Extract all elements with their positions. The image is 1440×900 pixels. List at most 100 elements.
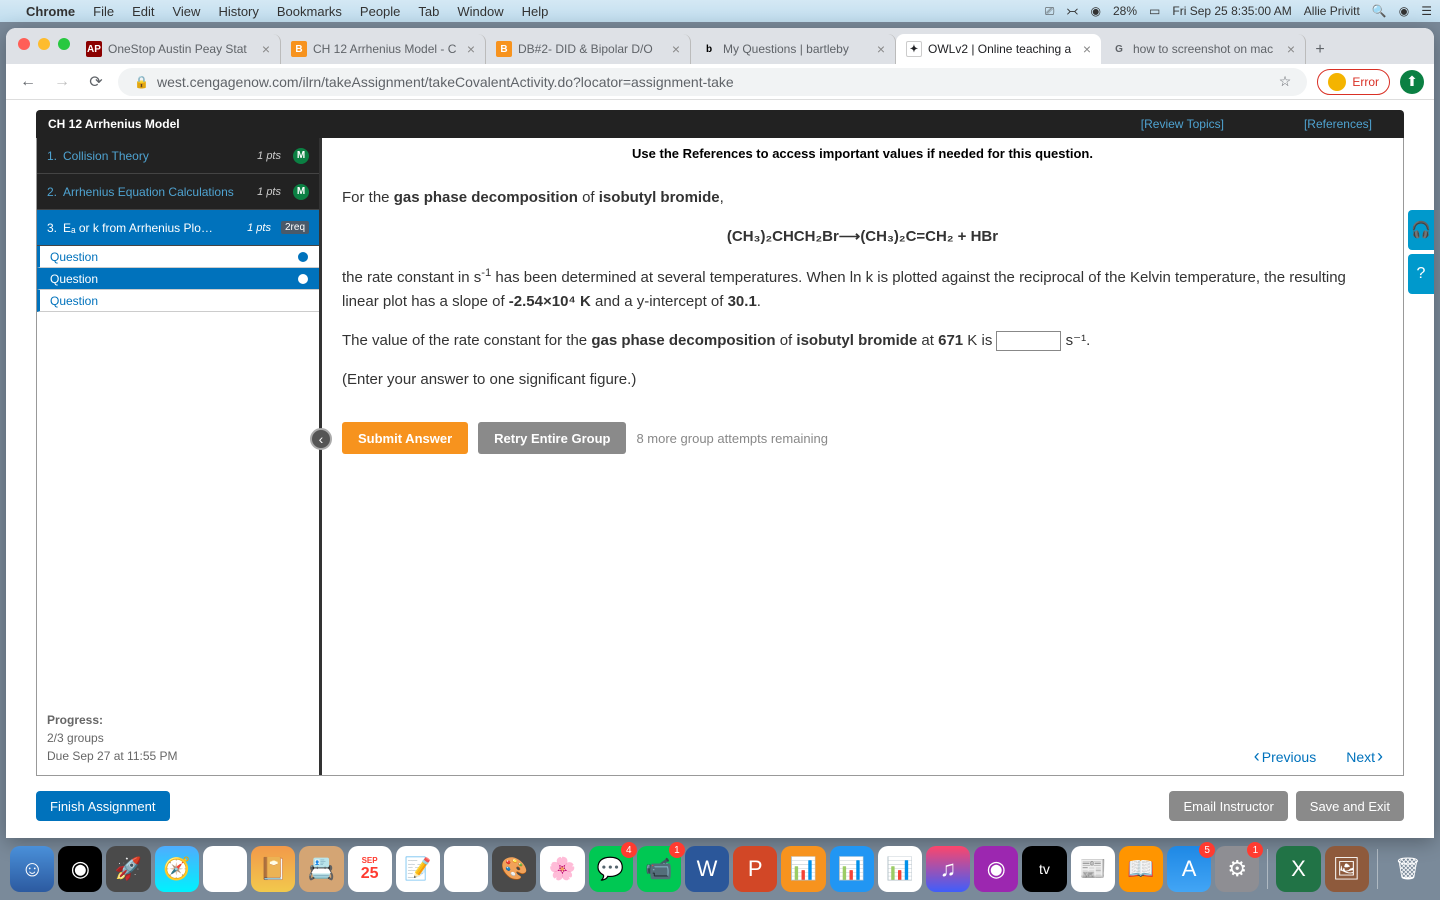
screen-mirror-icon[interactable]: ⎚: [1045, 4, 1055, 19]
profile-error-badge[interactable]: Error: [1317, 69, 1390, 95]
reload-button[interactable]: ⟳: [84, 70, 108, 94]
dock-chrome[interactable]: ◉: [203, 846, 247, 892]
dock-finder[interactable]: ☺: [10, 846, 54, 892]
dock-reminders[interactable]: ☑: [444, 846, 488, 892]
bluetooth-icon[interactable]: ᚛᚜: [1066, 4, 1078, 18]
sub-question-2[interactable]: Question: [37, 268, 319, 290]
dock-app[interactable]: 📊: [781, 846, 825, 892]
back-button[interactable]: ←: [16, 70, 40, 94]
submit-answer-button[interactable]: Submit Answer: [342, 422, 468, 454]
help-headset-icon[interactable]: 🎧: [1408, 210, 1434, 250]
collapse-sidebar-button[interactable]: ‹: [310, 428, 332, 450]
dock-appstore[interactable]: A5: [1167, 846, 1211, 892]
bookmark-star-icon[interactable]: ☆: [1279, 73, 1292, 90]
dock-appletv[interactable]: tv: [1022, 846, 1066, 892]
control-center-icon[interactable]: ☰: [1421, 4, 1432, 18]
menu-file[interactable]: File: [93, 4, 114, 19]
tab-close-icon[interactable]: ×: [877, 41, 885, 57]
tab-bartleby[interactable]: bMy Questions | bartleby×: [691, 34, 896, 64]
badge: 1: [669, 842, 685, 858]
url-bar: ← → ⟳ 🔒 west.cengagenow.com/ilrn/takeAss…: [6, 64, 1434, 100]
menu-bookmarks[interactable]: Bookmarks: [277, 4, 342, 19]
dock-photos[interactable]: 🌸: [540, 846, 584, 892]
tab-close-icon[interactable]: ×: [467, 41, 475, 57]
window-maximize[interactable]: [58, 38, 70, 50]
tab-close-icon[interactable]: ×: [672, 41, 680, 57]
dock-books[interactable]: 📖: [1119, 846, 1163, 892]
dock-facetime[interactable]: 📹1: [637, 846, 681, 892]
dock-app[interactable]: 🚀: [106, 846, 150, 892]
menu-people[interactable]: People: [360, 4, 400, 19]
tab-google[interactable]: Ghow to screenshot on mac×: [1101, 34, 1306, 64]
tab-arrhenius[interactable]: BCH 12 Arrhenius Model - C×: [281, 34, 486, 64]
forward-button[interactable]: →: [50, 70, 74, 94]
address-bar[interactable]: 🔒 west.cengagenow.com/ilrn/takeAssignmen…: [118, 68, 1307, 96]
save-exit-button[interactable]: Save and Exit: [1296, 791, 1404, 821]
review-topics-link[interactable]: [Review Topics]: [1141, 117, 1224, 131]
sidebar-item-collision[interactable]: 1. Collision Theory 1 pts M: [37, 138, 319, 174]
dock-news[interactable]: 📰: [1071, 846, 1115, 892]
dock-app[interactable]: 📔: [251, 846, 295, 892]
siri-icon[interactable]: ◉: [1399, 4, 1409, 18]
extension-button[interactable]: ⬆: [1400, 70, 1424, 94]
dock-messages[interactable]: 💬4: [589, 846, 633, 892]
dock-excel[interactable]: X: [1276, 846, 1320, 892]
dock-calendar[interactable]: SEP25: [348, 846, 392, 892]
menu-view[interactable]: View: [172, 4, 200, 19]
answer-input[interactable]: [996, 331, 1061, 351]
battery-icon[interactable]: ▭: [1149, 4, 1160, 18]
next-link[interactable]: Next›: [1346, 746, 1383, 767]
menu-edit[interactable]: Edit: [132, 4, 154, 19]
dock-launchpad[interactable]: ◉: [58, 846, 102, 892]
app-name[interactable]: Chrome: [26, 4, 75, 19]
spotlight-icon[interactable]: 🔍: [1372, 4, 1387, 18]
tab-owlv2[interactable]: ✦OWLv2 | Online teaching a×: [896, 34, 1101, 64]
references-link[interactable]: [References]: [1304, 117, 1372, 131]
finish-assignment-button[interactable]: Finish Assignment: [36, 791, 170, 821]
dock-safari[interactable]: 🧭: [155, 846, 199, 892]
dock-music[interactable]: ♫: [926, 846, 970, 892]
tab-db2[interactable]: BDB#2- DID & Bipolar D/O×: [486, 34, 691, 64]
tab-close-icon[interactable]: ×: [1083, 41, 1091, 57]
dock-contacts[interactable]: 📇: [299, 846, 343, 892]
progress-groups: 2/3 groups: [47, 729, 309, 747]
dock-settings[interactable]: ⚙1: [1215, 846, 1259, 892]
dock-notes[interactable]: 📝: [396, 846, 440, 892]
dock: ☺ ◉ 🚀 🧭 ◉ 📔 📇 SEP25 📝 ☑ 🎨 🌸 💬4 📹1 W P 📊 …: [0, 838, 1440, 900]
dock-word[interactable]: W: [685, 846, 729, 892]
email-instructor-button[interactable]: Email Instructor: [1169, 791, 1287, 821]
sub-question-1[interactable]: Question: [37, 246, 319, 268]
tab-close-icon[interactable]: ×: [1287, 41, 1295, 57]
menu-help[interactable]: Help: [522, 4, 549, 19]
tab-close-icon[interactable]: ×: [262, 41, 270, 57]
menu-window[interactable]: Window: [457, 4, 503, 19]
user-name[interactable]: Allie Privitt: [1304, 4, 1360, 18]
assignment-title: CH 12 Arrhenius Model: [48, 117, 180, 131]
dock-keynote[interactable]: 📊: [830, 846, 874, 892]
chrome-window: APOneStop Austin Peay Stat× BCH 12 Arrhe…: [6, 28, 1434, 838]
dock-powerpoint[interactable]: P: [733, 846, 777, 892]
badge: 4: [621, 842, 637, 858]
tab-onestop[interactable]: APOneStop Austin Peay Stat×: [76, 34, 281, 64]
dock-trash[interactable]: 🗑: [1386, 846, 1430, 892]
window-close[interactable]: [18, 38, 30, 50]
sidebar-item-equation[interactable]: 2. Arrhenius Equation Calculations 1 pts…: [37, 174, 319, 210]
sub-question-3[interactable]: Question: [37, 290, 319, 312]
previous-link[interactable]: ‹Previous: [1254, 746, 1316, 767]
dock-app[interactable]: 🖼: [1325, 846, 1369, 892]
help-question-icon[interactable]: ?: [1408, 254, 1434, 294]
traffic-lights: [18, 38, 70, 50]
url-text: west.cengagenow.com/ilrn/takeAssignment/…: [157, 74, 734, 90]
menu-tab[interactable]: Tab: [418, 4, 439, 19]
retry-group-button[interactable]: Retry Entire Group: [478, 422, 626, 454]
datetime[interactable]: Fri Sep 25 8:35:00 AM: [1172, 4, 1291, 18]
sidebar-item-plot[interactable]: 3. Eₐ or k from Arrhenius Plot Infor… 1 …: [37, 210, 319, 246]
new-tab-button[interactable]: +: [1306, 36, 1334, 64]
window-minimize[interactable]: [38, 38, 50, 50]
dock-app[interactable]: 🎨: [492, 846, 536, 892]
menu-history[interactable]: History: [218, 4, 258, 19]
wifi-icon[interactable]: ◉: [1091, 4, 1101, 18]
dock-podcasts[interactable]: ◉: [974, 846, 1018, 892]
dock-app[interactable]: 📊: [878, 846, 922, 892]
favicon-b: B: [496, 41, 512, 57]
